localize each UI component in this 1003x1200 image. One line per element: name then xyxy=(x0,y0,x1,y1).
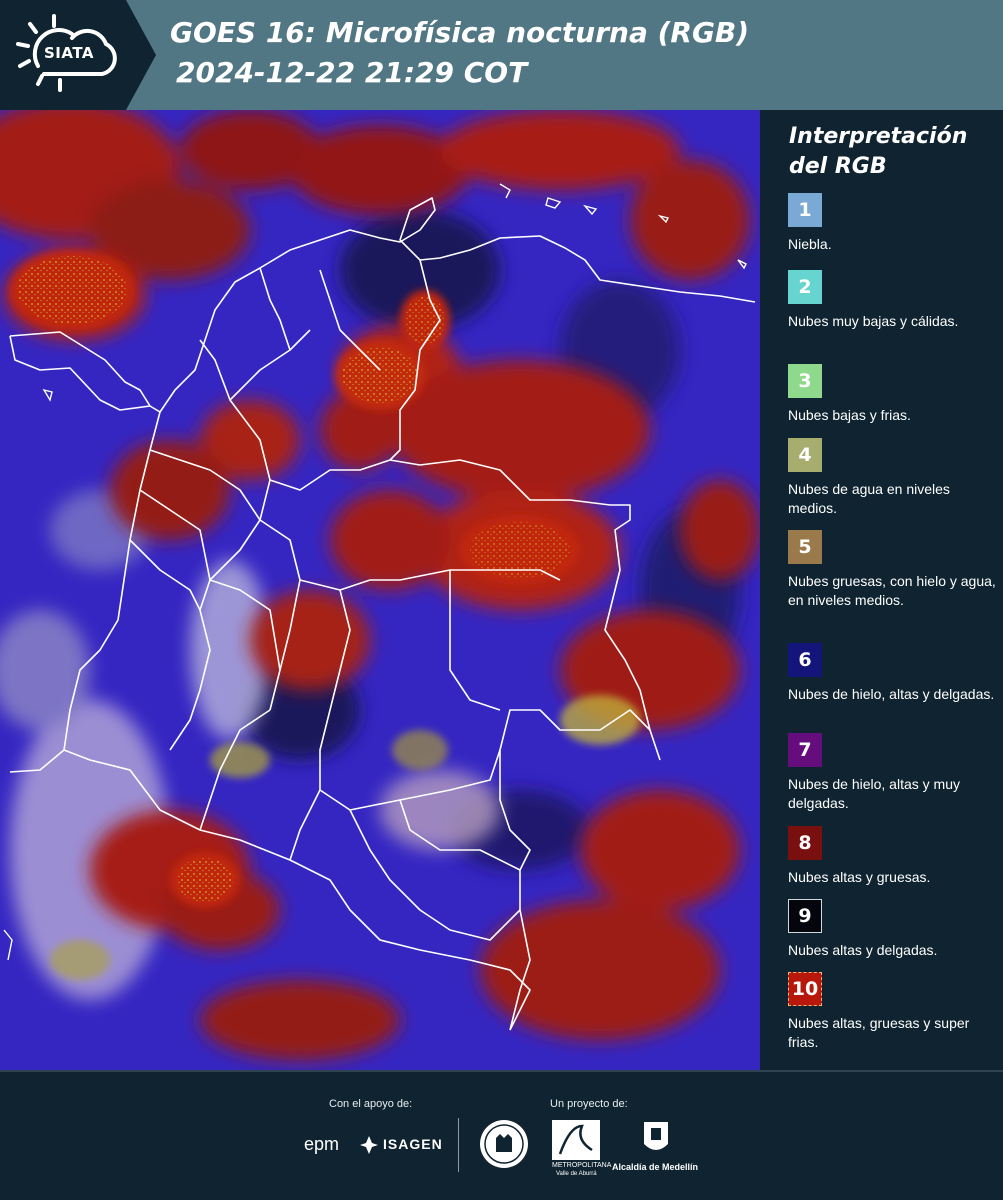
satellite-map[interactable] xyxy=(0,110,760,1070)
footer: Con el apoyo de: Un proyecto de: epm ISA… xyxy=(0,1070,1003,1200)
legend-swatch: 10 xyxy=(788,972,822,1006)
page-title: GOES 16: Microfísica nocturna (RGB) xyxy=(170,16,750,49)
legend-swatch: 4 xyxy=(788,438,822,472)
legend-item: 6 Nubes de hielo, altas y delgadas. xyxy=(788,643,998,704)
area-metropolitana-label: METROPOLITANA xyxy=(552,1162,612,1169)
legend-item: 10 Nubes altas, gruesas y super frias. xyxy=(788,972,998,1052)
area-metropolitana-logo-icon xyxy=(552,1120,600,1160)
legend-label: Nubes bajas y frias. xyxy=(788,407,911,423)
project-label: Un proyecto de: xyxy=(550,1098,628,1110)
legend-item: 5 Nubes gruesas, con hielo y agua, en ni… xyxy=(788,530,998,610)
isagen-icon xyxy=(360,1136,378,1154)
legend-swatch: 2 xyxy=(788,270,822,304)
legend-swatch: 8 xyxy=(788,826,822,860)
legend-swatch: 1 xyxy=(788,193,822,227)
legend-item: 1 Niebla. xyxy=(788,193,998,254)
legend-item: 2 Nubes muy bajas y cálidas. xyxy=(788,270,998,331)
legend-item: 9 Nubes altas y delgadas. xyxy=(788,899,998,960)
legend-swatch: 7 xyxy=(788,733,822,767)
legend-label: Nubes muy bajas y cálidas. xyxy=(788,313,959,329)
legend-label: Nubes altas y gruesas. xyxy=(788,869,931,885)
legend-label: Nubes de hielo, altas y delgadas. xyxy=(788,686,995,702)
legend-item: 7 Nubes de hielo, altas y muy delgadas. xyxy=(788,733,998,813)
header-bar: SIATA GOES 16: Microfísica nocturna (RGB… xyxy=(0,0,1003,110)
legend-panel: Interpretación del RGB 1 Niebla. 2 Nubes… xyxy=(760,110,1003,1070)
university-seal-icon xyxy=(480,1120,528,1168)
page-timestamp: 2024-12-22 21:29 COT xyxy=(176,56,528,89)
isagen-logo: ISAGEN xyxy=(383,1136,443,1152)
legend-item: 3 Nubes bajas y frias. xyxy=(788,364,998,425)
legend-swatch: 6 xyxy=(788,643,822,677)
logo-text: SIATA xyxy=(44,44,95,62)
legend-swatch: 3 xyxy=(788,364,822,398)
logo-block: SIATA xyxy=(0,0,156,110)
support-label: Con el apoyo de: xyxy=(329,1098,413,1110)
footer-divider xyxy=(458,1118,459,1172)
area-metropolitana-sublabel: Valle de Aburrá xyxy=(556,1171,597,1177)
medellin-label: Alcaldía de Medellín xyxy=(612,1162,699,1172)
legend-item: 8 Nubes altas y gruesas. xyxy=(788,826,998,887)
legend-label: Nubes de hielo, altas y muy delgadas. xyxy=(788,776,960,811)
legend-label: Nubes de agua en niveles medios. xyxy=(788,481,950,516)
legend-swatch: 5 xyxy=(788,530,822,564)
legend-item: 4 Nubes de agua en niveles medios. xyxy=(788,438,998,518)
legend-title: Interpretación del RGB xyxy=(789,124,968,179)
epm-logo: epm xyxy=(304,1134,340,1154)
satellite-image xyxy=(0,110,760,1070)
legend-label: Nubes altas, gruesas y super frias. xyxy=(788,1015,970,1050)
legend-label: Nubes gruesas, con hielo y agua, en nive… xyxy=(788,573,996,608)
legend-swatch: 9 xyxy=(788,899,822,933)
legend-label: Niebla. xyxy=(788,236,832,252)
legend-label: Nubes altas y delgadas. xyxy=(788,942,938,958)
medellin-shield-icon xyxy=(644,1122,668,1150)
